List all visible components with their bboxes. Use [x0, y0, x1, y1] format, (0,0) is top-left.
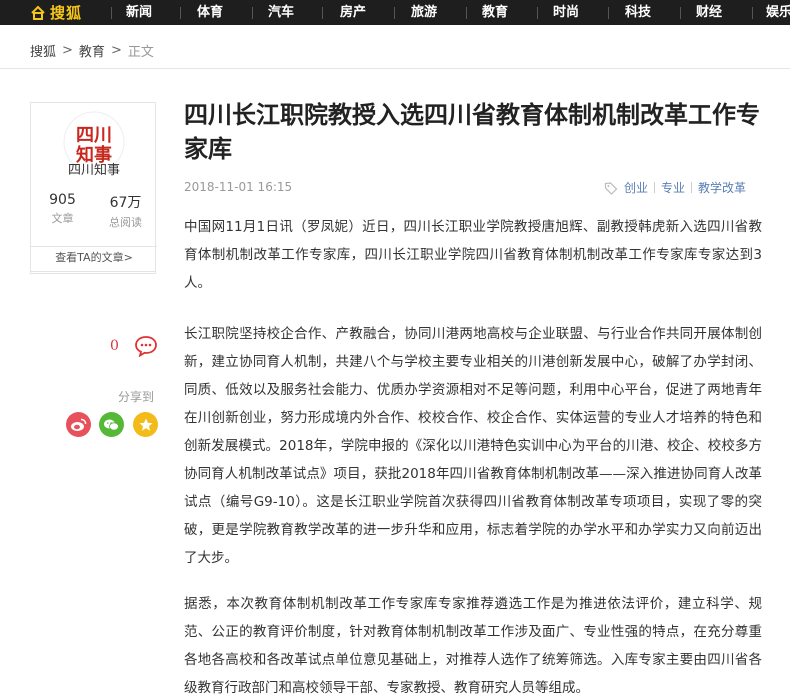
weibo-share-button[interactable]	[66, 412, 91, 437]
nav-divider	[322, 7, 323, 19]
top-nav: 搜狐 新闻 体育 汽车 房产 旅游 教育 时尚 科技 财经 娱乐	[0, 0, 790, 25]
tag-chuangye[interactable]: 创业	[624, 179, 648, 196]
breadcrumb-separator: >	[62, 43, 73, 58]
wechat-share-button[interactable]	[99, 412, 124, 437]
weibo-icon	[71, 418, 87, 431]
articles-label: 文章	[51, 212, 74, 225]
nav-divider	[608, 7, 609, 19]
tag-jiaoxuegaige[interactable]: 教学改革	[698, 179, 746, 196]
breadcrumb: 搜狐 > 教育 > 正文	[30, 41, 154, 60]
article-date: 2018-11-01 16:15	[184, 180, 293, 194]
article-paragraph: 长江职院坚持校企合作、产教融合，协同川港两地高校与企业联盟、与行业合作共同开展体…	[184, 326, 762, 566]
brand-text: 搜狐	[50, 4, 83, 22]
breadcrumb-section[interactable]: 教育	[79, 41, 105, 60]
comment-icon[interactable]	[134, 335, 158, 357]
nav-divider	[394, 7, 395, 19]
breadcrumb-current: 正文	[127, 45, 154, 60]
sohu-logo[interactable]: 搜狐	[30, 0, 82, 25]
nav-item-education[interactable]: 教育	[482, 0, 508, 25]
article-paragraph: 中国网11月1日讯（罗凤妮）近日，四川长江职业学院教授唐旭辉、副教授韩虎新入选四…	[184, 219, 762, 291]
nav-divider	[680, 7, 681, 19]
article-paragraph: 据悉，本次教育体制机制改革工作专家库专家推荐遴选工作是为推进依法评价，建立科学、…	[184, 596, 762, 696]
article-title: 四川长江职院教授入选四川省教育体制机制改革工作专家库	[184, 101, 760, 163]
reads-label: 总阅读	[109, 216, 142, 229]
breadcrumb-divider	[0, 68, 790, 69]
nav-item-finance[interactable]: 财经	[696, 0, 722, 25]
nav-item-sports[interactable]: 体育	[197, 0, 223, 25]
nav-item-house[interactable]: 房产	[340, 0, 366, 25]
view-author-articles-link[interactable]: 查看TA的文章>	[31, 246, 157, 272]
tag-zhuanye[interactable]: 专业	[661, 179, 685, 196]
nav-divider	[252, 7, 253, 19]
nav-divider	[537, 7, 538, 19]
tag-icon	[604, 181, 618, 195]
comment-count[interactable]: 0	[110, 338, 119, 354]
author-name[interactable]: 四川知事	[31, 159, 157, 178]
share-label: 分享到	[118, 390, 155, 404]
stat-articles: 905 文章	[31, 192, 94, 226]
reads-count: 67万	[109, 195, 142, 211]
nav-divider	[180, 7, 181, 19]
qzone-share-button[interactable]	[133, 412, 158, 437]
wechat-icon	[104, 419, 119, 431]
nav-divider	[466, 7, 467, 19]
tag-divider	[654, 182, 656, 193]
author-card-frame: 四川 知事 四川知事 905 文章 67万 总阅读 查看TA的文章>	[30, 102, 157, 274]
nav-item-travel[interactable]: 旅游	[411, 0, 437, 25]
breadcrumb-home[interactable]: 搜狐	[30, 41, 56, 60]
home-icon	[31, 5, 45, 20]
article-tags: 创业 专业 教学改革	[604, 179, 746, 196]
nav-item-fashion[interactable]: 时尚	[553, 0, 579, 25]
stat-reads: 67万 总阅读	[94, 192, 157, 230]
svg-text:四川: 四川	[76, 125, 112, 146]
breadcrumb-separator: >	[110, 43, 122, 58]
articles-count: 905	[49, 192, 76, 208]
nav-item-entertainment[interactable]: 娱乐	[766, 0, 790, 25]
nav-item-news[interactable]: 新闻	[126, 0, 152, 25]
nav-divider	[752, 7, 753, 19]
nav-item-tech[interactable]: 科技	[625, 0, 651, 25]
nav-item-auto[interactable]: 汽车	[268, 0, 294, 25]
star-icon	[139, 418, 152, 431]
nav-divider	[111, 7, 112, 19]
tag-divider	[691, 182, 693, 193]
